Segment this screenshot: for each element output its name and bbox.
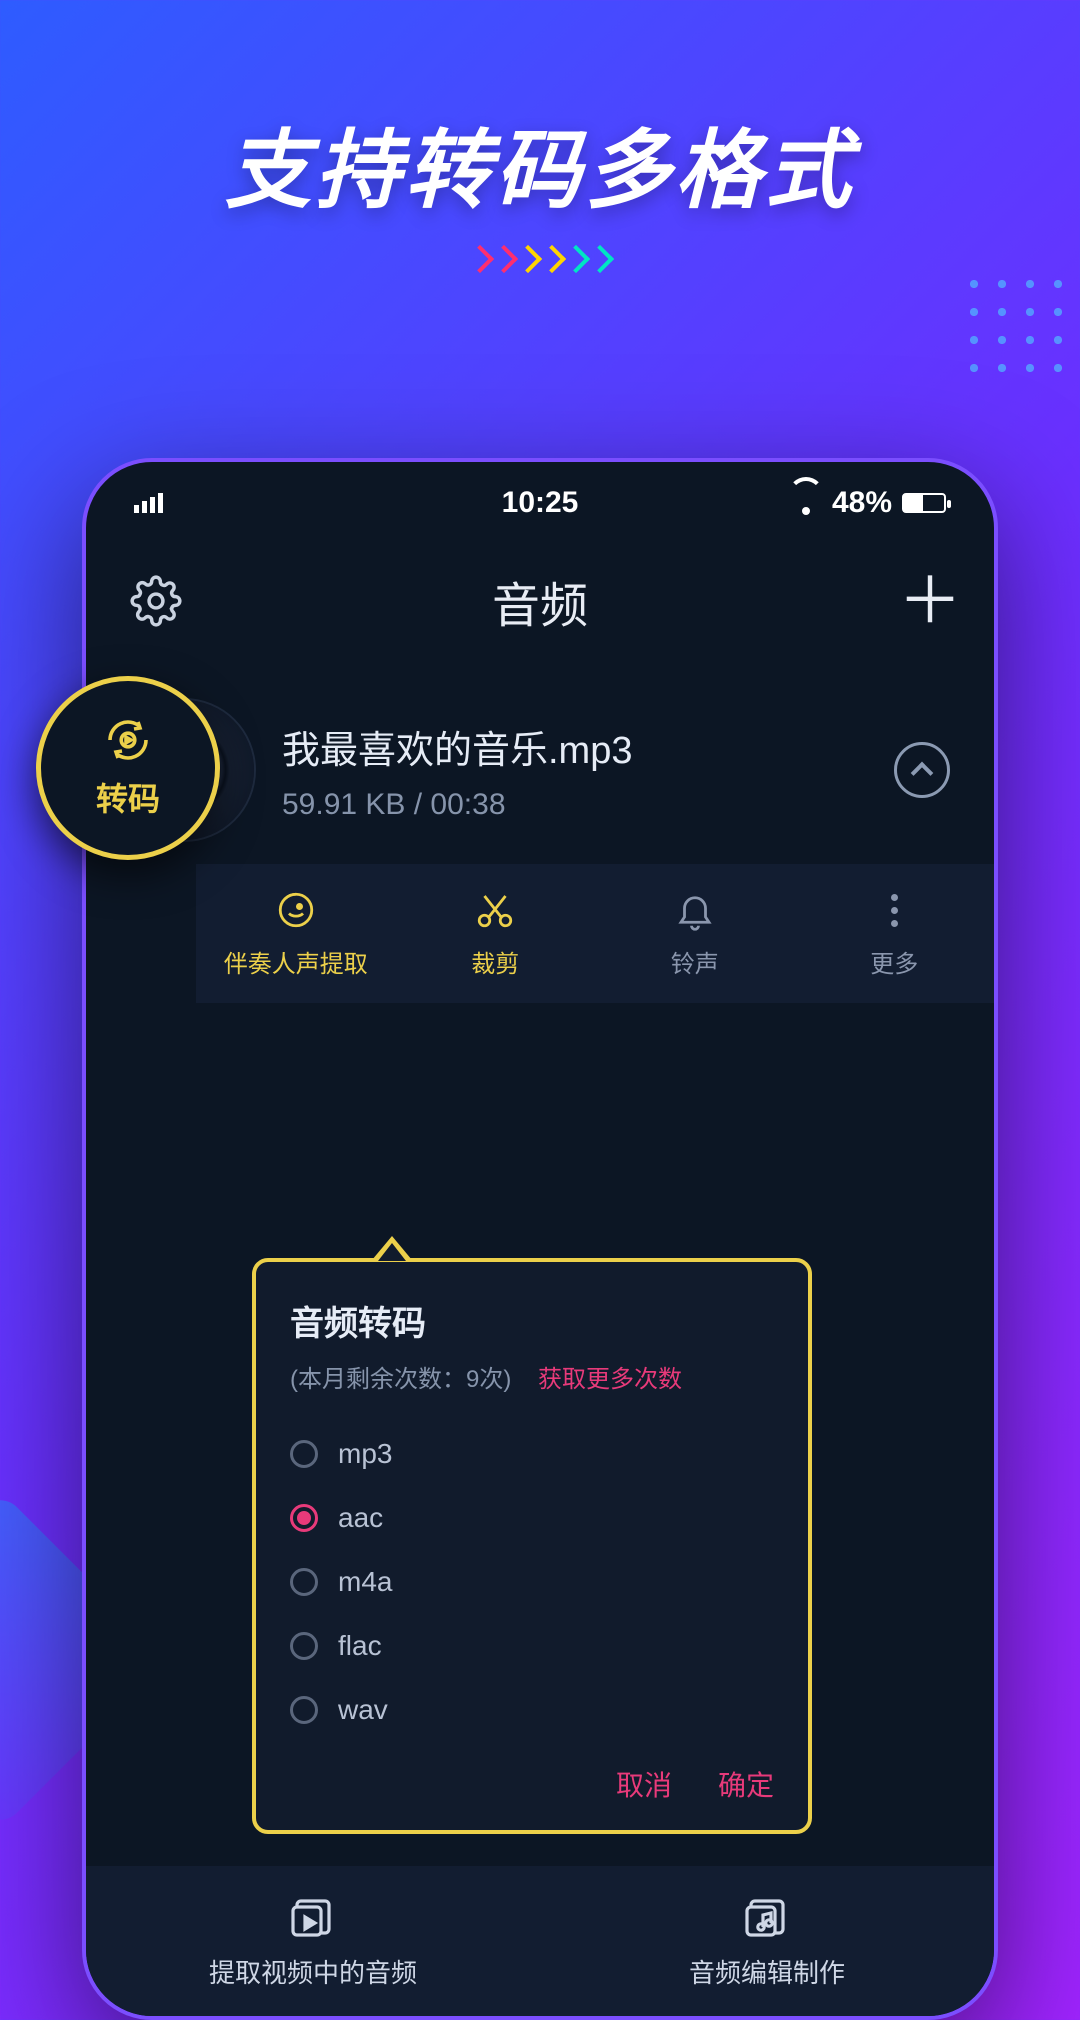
wifi-icon	[790, 491, 822, 515]
bottom-tab-bar: 提取视频中的音频 音频编辑制作	[86, 1866, 994, 2016]
tool-more[interactable]: 更多	[795, 888, 995, 979]
file-name: 我最喜欢的音乐.mp3	[282, 719, 866, 774]
status-bar: 10:25 48%	[86, 462, 994, 532]
option-label: m4a	[338, 1566, 392, 1598]
option-m4a[interactable]: m4a	[290, 1550, 774, 1614]
popup-title: 音频转码	[290, 1296, 774, 1345]
radio-icon	[290, 1632, 318, 1660]
radio-icon	[290, 1504, 318, 1532]
cancel-button[interactable]: 取消	[616, 1764, 672, 1804]
hero-chevrons	[0, 249, 1080, 274]
tab-label: 提取视频中的音频	[209, 1953, 417, 1990]
option-wav[interactable]: wav	[290, 1678, 774, 1742]
tool-ringtone[interactable]: 铃声	[595, 888, 795, 979]
audio-edit-icon	[743, 1893, 791, 1941]
cellular-signal-icon	[134, 493, 163, 513]
transcode-highlight-badge[interactable]: 转码	[36, 676, 220, 860]
popup-arrow	[372, 1236, 412, 1260]
tool-vocal-extract[interactable]: 伴奏人声提取	[196, 888, 396, 979]
phone-frame: 10:25 48% 音频 ＋ 我最喜欢的音乐.mp3 59.91 KB / 00…	[82, 458, 998, 2020]
option-mp3[interactable]: mp3	[290, 1422, 774, 1486]
battery-percent: 48%	[832, 486, 892, 520]
popup-subtitle: (本月剩余次数：9次) 获取更多次数	[290, 1359, 774, 1394]
tab-extract-from-video[interactable]: 提取视频中的音频	[86, 1866, 540, 2016]
option-flac[interactable]: flac	[290, 1614, 774, 1678]
tool-label: 铃声	[671, 944, 719, 979]
status-time: 10:25	[502, 486, 579, 520]
radio-icon	[290, 1568, 318, 1596]
settings-icon[interactable]	[130, 575, 182, 627]
option-label: flac	[338, 1630, 382, 1662]
vocal-extract-icon	[275, 888, 317, 932]
format-options: mp3 aac m4a flac wav	[290, 1422, 774, 1742]
transcode-icon	[104, 716, 152, 764]
collapse-button[interactable]	[894, 742, 950, 798]
remaining-count: (本月剩余次数：9次)	[290, 1366, 511, 1393]
app-navbar: 音频 ＋	[86, 532, 994, 670]
option-label: wav	[338, 1694, 388, 1726]
tab-label: 音频编辑制作	[689, 1953, 845, 1990]
page-title: 音频	[492, 566, 588, 636]
option-label: aac	[338, 1502, 383, 1534]
bell-icon	[674, 888, 716, 932]
tool-label: 伴奏人声提取	[224, 944, 368, 979]
battery-icon	[902, 493, 946, 513]
audio-file-row[interactable]: 我最喜欢的音乐.mp3 59.91 KB / 00:38	[86, 670, 994, 864]
radio-icon	[290, 1440, 318, 1468]
hero-title: 支持转码多格式	[0, 100, 1080, 225]
get-more-link[interactable]: 获取更多次数	[538, 1366, 682, 1393]
tool-label: 裁剪	[471, 944, 519, 979]
action-toolbar: 伴奏人声提取 裁剪 铃声 更多	[196, 864, 994, 1003]
more-vertical-icon	[891, 888, 898, 932]
confirm-button[interactable]: 确定	[718, 1764, 774, 1804]
video-extract-icon	[289, 1893, 337, 1941]
chevron-up-icon	[911, 762, 934, 785]
bg-decor-dots	[960, 270, 1080, 390]
add-button[interactable]: ＋	[898, 575, 950, 627]
badge-label: 转码	[96, 774, 160, 820]
tool-crop[interactable]: 裁剪	[396, 888, 596, 979]
option-label: mp3	[338, 1438, 392, 1470]
radio-icon	[290, 1696, 318, 1724]
transcode-popup: 音频转码 (本月剩余次数：9次) 获取更多次数 mp3 aac m4a flac…	[252, 1258, 812, 1834]
file-size-duration: 59.91 KB / 00:38	[282, 788, 866, 822]
tool-label: 更多	[870, 944, 918, 979]
audio-meta: 我最喜欢的音乐.mp3 59.91 KB / 00:38	[282, 719, 866, 822]
option-aac[interactable]: aac	[290, 1486, 774, 1550]
tab-audio-editor[interactable]: 音频编辑制作	[540, 1866, 994, 2016]
scissors-icon	[474, 888, 516, 932]
